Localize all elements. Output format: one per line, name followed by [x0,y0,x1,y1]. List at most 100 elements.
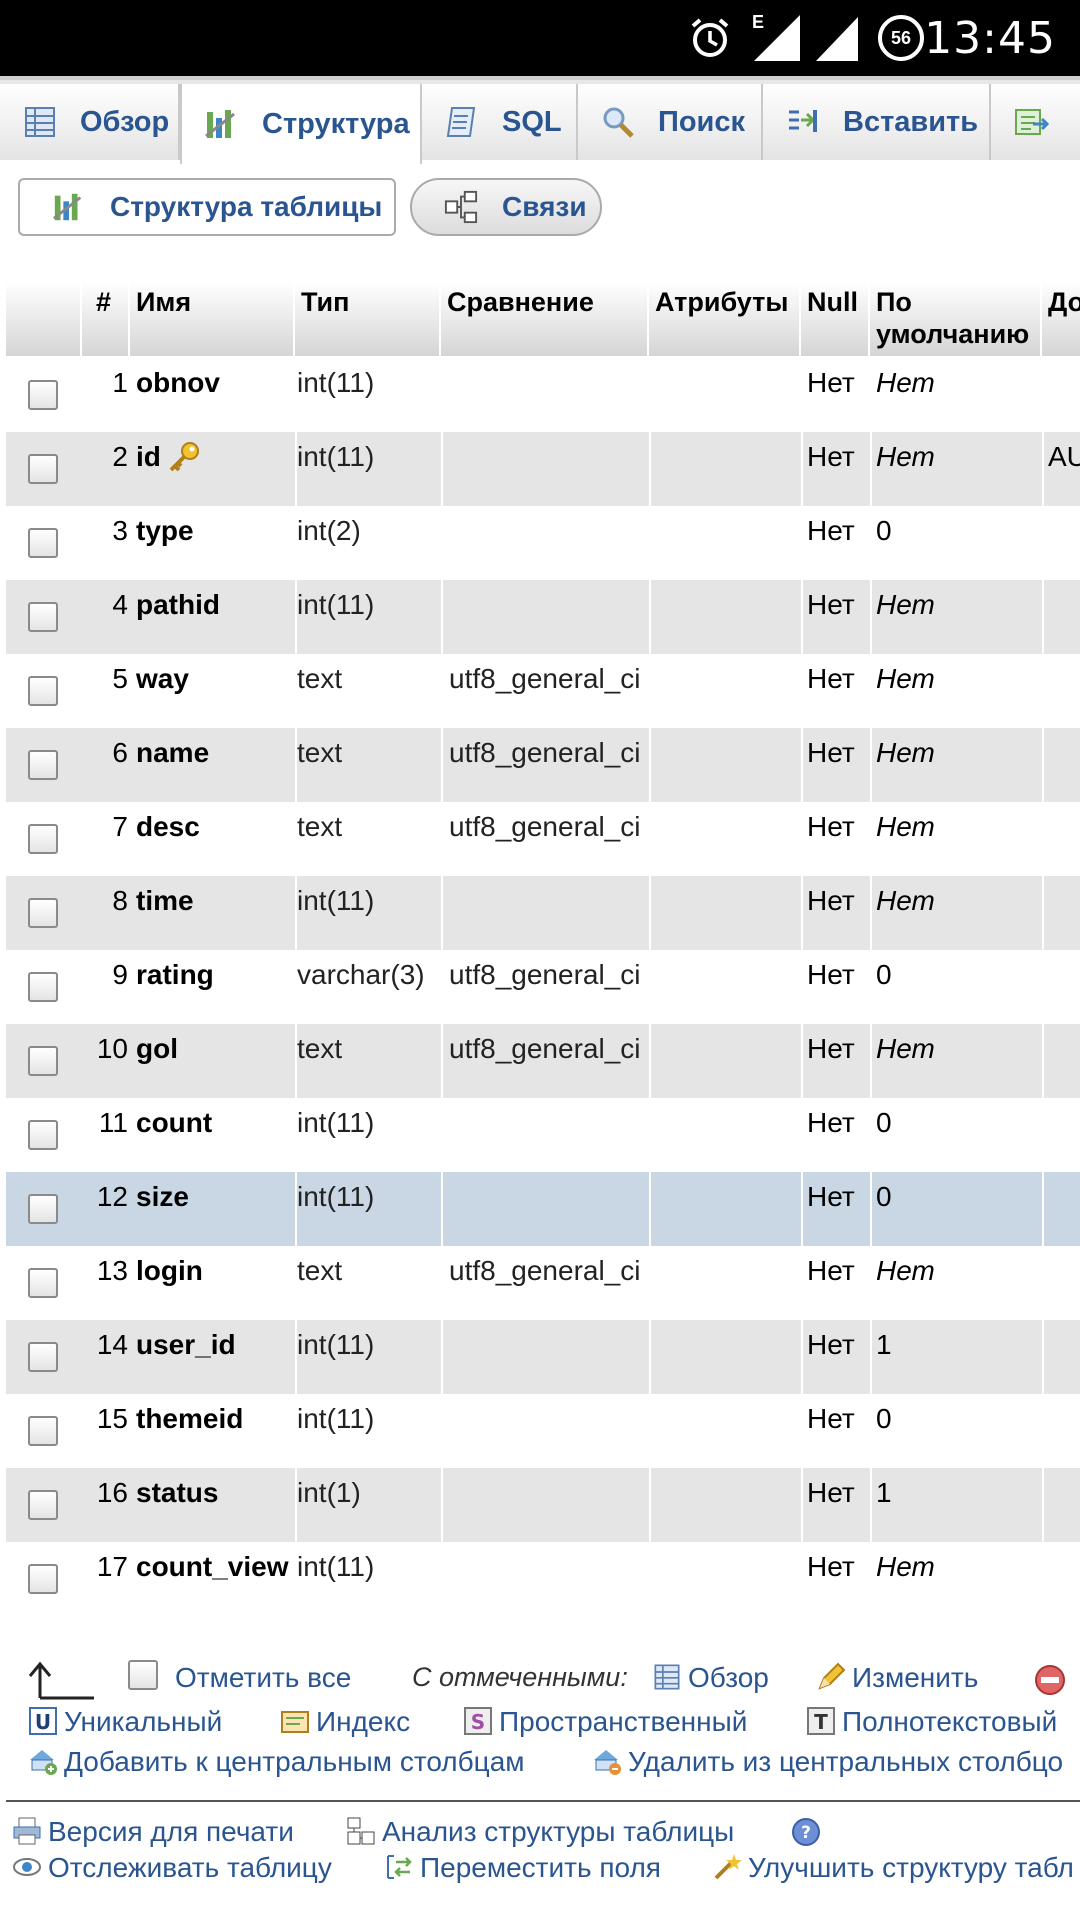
column-name[interactable]: status [136,1468,296,1542]
column-type: int(11) [295,1320,441,1394]
column-name-text: login [136,1255,203,1286]
bulk-browse-button[interactable]: Обзор [652,1662,769,1695]
column-default: 1 [870,1468,1042,1542]
column-name-text: type [136,515,194,546]
header-attributes[interactable]: Атрибуты [649,282,801,358]
table-row[interactable]: 7 desc text utf8_general_ci Нет Нет [6,802,1080,876]
row-checkbox[interactable] [28,602,58,632]
table-row[interactable]: 3 type int(2) Нет 0 [6,506,1080,580]
table-row[interactable]: 4 pathid int(11) Нет Нет [6,580,1080,654]
column-name[interactable]: pathid [136,580,296,654]
column-name[interactable]: size [136,1172,296,1246]
row-checkbox[interactable] [28,1342,58,1372]
row-checkbox[interactable] [28,1490,58,1520]
column-name[interactable]: count_view [136,1542,296,1616]
table-row[interactable]: 13 login text utf8_general_ci Нет Нет [6,1246,1080,1320]
print-view-link[interactable]: Версия для печати [12,1816,294,1849]
header-extra[interactable]: До [1042,282,1080,358]
table-row[interactable]: 8 time int(11) Нет Нет [6,876,1080,950]
column-type: int(11) [295,1172,441,1246]
track-table-link[interactable]: Отслеживать таблицу [12,1852,332,1885]
table-row[interactable]: 12 size int(11) Нет 0 [6,1172,1080,1246]
column-name[interactable]: count [136,1098,296,1172]
header-default[interactable]: По умолчанию [870,282,1042,358]
drop-icon[interactable] [1034,1664,1066,1701]
analyze-structure-link[interactable]: Анализ структуры таблицы [346,1816,734,1849]
row-checkbox[interactable] [28,972,58,1002]
bulk-fulltext-button[interactable]: T Полнотекстовый [806,1706,1057,1739]
column-name[interactable]: login [136,1246,296,1320]
column-name[interactable]: id [136,432,296,506]
row-checkbox[interactable] [28,898,58,928]
row-checkbox[interactable] [28,1046,58,1076]
column-name-text: gol [136,1033,178,1064]
table-row[interactable]: 9 rating varchar(3) utf8_general_ci Нет 0 [6,950,1080,1024]
row-checkbox[interactable] [28,750,58,780]
row-checkbox-cell [6,1468,82,1542]
table-row[interactable]: 14 user_id int(11) Нет 1 [6,1320,1080,1394]
row-checkbox[interactable] [28,1194,58,1224]
tab-insert[interactable]: Вставить [763,84,991,160]
subtab-relations[interactable]: Связи [410,178,602,236]
column-null: Нет [801,358,870,432]
add-central-columns-button[interactable]: Добавить к центральным столбцам [28,1746,525,1779]
row-checkbox[interactable] [28,380,58,410]
column-attributes [649,1024,801,1098]
help-icon[interactable]: ? [790,1816,822,1855]
row-checkbox[interactable] [28,1120,58,1150]
tab-export[interactable] [991,84,1080,160]
bulk-unique-button[interactable]: U Уникальный [28,1706,222,1739]
row-checkbox[interactable] [28,1268,58,1298]
bulk-change-button[interactable]: Изменить [816,1662,978,1695]
column-name[interactable]: user_id [136,1320,296,1394]
row-checkbox[interactable] [28,1416,58,1446]
row-checkbox[interactable] [28,824,58,854]
header-type[interactable]: Тип [295,282,441,358]
table-row[interactable]: 17 count_view int(11) Нет Нет [6,1542,1080,1616]
move-columns-link[interactable]: Переместить поля [384,1852,661,1885]
header-name[interactable]: Имя [130,282,295,358]
bulk-index-button[interactable]: Индекс [280,1706,410,1739]
column-name[interactable]: name [136,728,296,802]
bulk-spatial-button[interactable]: S Пространственный [463,1706,747,1739]
tab-structure[interactable]: Структура [180,84,422,164]
header-collation[interactable]: Сравнение [441,282,649,358]
table-row[interactable]: 11 count int(11) Нет 0 [6,1098,1080,1172]
column-name[interactable]: rating [136,950,296,1024]
table-row[interactable]: 6 name text utf8_general_ci Нет Нет [6,728,1080,802]
improve-structure-link[interactable]: Улучшить структуру табл [712,1852,1074,1885]
row-checkbox[interactable] [28,528,58,558]
row-checkbox[interactable] [28,454,58,484]
row-checkbox[interactable] [28,1564,58,1594]
tab-sql[interactable]: SQL [422,84,578,160]
tab-browse[interactable]: Обзор [0,84,180,160]
table-row[interactable]: 2idint(11)НетНетAU [6,432,1080,506]
subtab-table-structure[interactable]: Структура таблицы [18,178,396,236]
table-row[interactable]: 15 themeid int(11) Нет 0 [6,1394,1080,1468]
check-all-label[interactable]: Отметить все [175,1662,351,1694]
column-name[interactable]: desc [136,802,296,876]
column-name[interactable]: obnov [136,358,296,432]
column-null: Нет [801,432,870,506]
column-default: Нет [870,1246,1042,1320]
row-checkbox[interactable] [28,676,58,706]
column-name[interactable]: way [136,654,296,728]
table-row[interactable]: 1 obnov int(11) Нет Нет [6,358,1080,432]
printer-icon [12,1816,42,1846]
table-row[interactable]: 5 way text utf8_general_ci Нет Нет [6,654,1080,728]
row-checkbox-cell [6,580,82,654]
table-row[interactable]: 16 status int(1) Нет 1 [6,1468,1080,1542]
fulltext-icon: T [806,1706,836,1736]
remove-central-columns-button[interactable]: Удалить из центральных столбцо [592,1746,1063,1779]
header-null[interactable]: Null [801,282,870,358]
tab-search[interactable]: Поиск [578,84,763,160]
check-all-checkbox[interactable] [128,1660,158,1690]
column-name[interactable]: themeid [136,1394,296,1468]
column-name[interactable]: time [136,876,296,950]
column-collation: utf8_general_ci [441,1024,649,1098]
column-name[interactable]: type [136,506,296,580]
export-icon [1013,104,1050,140]
column-name[interactable]: gol [136,1024,296,1098]
row-number: 2 [112,441,128,472]
table-row[interactable]: 10 gol text utf8_general_ci Нет Нет [6,1024,1080,1098]
